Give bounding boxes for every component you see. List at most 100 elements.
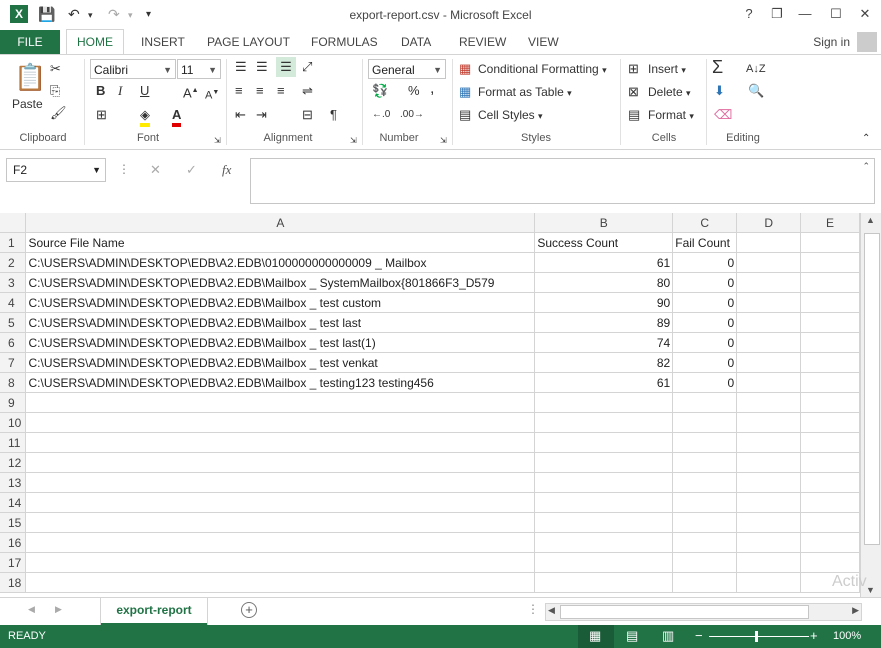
cell-a13[interactable] — [25, 472, 536, 493]
vertical-scroll-thumb[interactable] — [864, 233, 880, 545]
column-header-b[interactable]: B — [534, 213, 674, 233]
cell-a16[interactable] — [25, 532, 536, 553]
zoom-out-button[interactable]: − — [695, 628, 703, 643]
cell-a17[interactable] — [25, 552, 536, 573]
sheet-tab-export-report[interactable]: export-report — [101, 598, 207, 626]
orientation-icon[interactable]: ⤢ — [302, 59, 312, 75]
cell-c4[interactable]: 0 — [672, 292, 738, 313]
paste-button[interactable]: Paste — [12, 97, 43, 111]
zoom-level[interactable]: 100% — [833, 630, 861, 642]
tab-split-icon[interactable]: ⋮ — [527, 602, 539, 616]
cell-d16[interactable] — [736, 532, 802, 553]
delete-cells-button[interactable]: Delete ▾ — [648, 85, 691, 99]
copy-icon[interactable]: ⎘ — [50, 83, 60, 99]
column-header-d[interactable]: D — [736, 213, 802, 233]
cell-b3[interactable]: 80 — [534, 272, 674, 293]
row-header[interactable]: 18 — [0, 572, 27, 593]
cell-a7[interactable]: C:\USERS\ADMIN\DESKTOP\EDB\A2.EDB\Mailbo… — [25, 352, 536, 373]
cell-a6[interactable]: C:\USERS\ADMIN\DESKTOP\EDB\A2.EDB\Mailbo… — [25, 332, 536, 353]
cell-e7[interactable] — [800, 352, 860, 373]
cell-e10[interactable] — [800, 412, 860, 433]
close-button[interactable]: ✕ — [853, 6, 877, 22]
fill-color-icon[interactable]: ◈ — [140, 107, 150, 127]
cell-a1[interactable]: Source File Name — [25, 232, 536, 253]
cell-c15[interactable] — [672, 512, 738, 533]
format-cells-icon[interactable]: ▤ — [628, 107, 640, 123]
avatar[interactable] — [857, 32, 877, 52]
cell-d13[interactable] — [736, 472, 802, 493]
page-layout-view-icon[interactable]: ▤ — [626, 628, 638, 644]
normal-view-button[interactable]: ▦ — [578, 625, 614, 648]
column-header-a[interactable]: A — [25, 213, 536, 233]
row-header[interactable]: 17 — [0, 552, 27, 573]
row-header[interactable]: 9 — [0, 392, 27, 413]
cell-b6[interactable]: 74 — [534, 332, 674, 353]
tab-data[interactable]: DATA — [401, 30, 431, 54]
scroll-right-icon[interactable]: ▶ — [852, 605, 859, 616]
align-center-icon[interactable]: ≡ — [256, 83, 264, 99]
percent-style-button[interactable]: % — [408, 83, 420, 99]
cell-c12[interactable] — [672, 452, 738, 473]
cell-d18[interactable] — [736, 572, 802, 593]
tab-file[interactable]: FILE — [0, 30, 60, 54]
increase-indent-icon[interactable]: ⇥ — [256, 107, 267, 123]
cell-c11[interactable] — [672, 432, 738, 453]
cell-styles-button[interactable]: Cell Styles ▾ — [478, 108, 543, 122]
cell-b15[interactable] — [534, 512, 674, 533]
cell-c3[interactable]: 0 — [672, 272, 738, 293]
paste-icon[interactable]: 📋 — [14, 63, 46, 91]
cell-a11[interactable] — [25, 432, 536, 453]
increase-decimal-icon[interactable]: ←.0 — [372, 107, 390, 123]
cell-e17[interactable] — [800, 552, 860, 573]
tab-page-layout[interactable]: PAGE LAYOUT — [207, 30, 290, 54]
cell-a5[interactable]: C:\USERS\ADMIN\DESKTOP\EDB\A2.EDB\Mailbo… — [25, 312, 536, 333]
cell-b12[interactable] — [534, 452, 674, 473]
cell-b16[interactable] — [534, 532, 674, 553]
comma-style-button[interactable]: , — [430, 81, 434, 97]
scroll-up-icon[interactable]: ▲ — [866, 215, 875, 225]
merge-center-icon[interactable]: ⊟ — [302, 107, 313, 123]
cell-c6[interactable]: 0 — [672, 332, 738, 353]
cancel-entry-icon[interactable]: ✕ — [150, 162, 161, 178]
cell-b7[interactable]: 82 — [534, 352, 674, 373]
tab-review[interactable]: REVIEW — [459, 30, 506, 54]
font-size-combo[interactable]: 11 ▼ — [177, 59, 221, 79]
format-cells-button[interactable]: Format ▾ — [648, 108, 694, 122]
number-dialog-launcher-icon[interactable]: ⇲ — [440, 133, 447, 149]
cell-c7[interactable]: 0 — [672, 352, 738, 373]
tab-home[interactable]: HOME — [66, 29, 124, 55]
cell-a10[interactable] — [25, 412, 536, 433]
number-format-combo[interactable]: General ▼ — [368, 59, 446, 79]
row-header[interactable]: 11 — [0, 432, 27, 453]
zoom-slider-thumb[interactable] — [755, 631, 758, 642]
cell-b4[interactable]: 90 — [534, 292, 674, 313]
row-header[interactable]: 2 — [0, 252, 27, 273]
cell-e2[interactable] — [800, 252, 860, 273]
cell-e11[interactable] — [800, 432, 860, 453]
minimize-button[interactable]: — — [793, 6, 817, 21]
format-as-table-button[interactable]: Format as Table ▾ — [478, 85, 572, 99]
sign-in-link[interactable]: Sign in — [813, 30, 850, 54]
cell-e4[interactable] — [800, 292, 860, 313]
cell-a18[interactable] — [25, 572, 536, 593]
find-select-icon[interactable]: 🔍 — [748, 83, 764, 99]
grow-font-icon[interactable]: A▲ — [183, 83, 199, 101]
collapse-ribbon-icon[interactable]: ⌃ — [862, 131, 870, 147]
cell-b10[interactable] — [534, 412, 674, 433]
align-top-icon[interactable]: ☰ — [235, 59, 247, 75]
cell-d9[interactable] — [736, 392, 802, 413]
row-header[interactable]: 10 — [0, 412, 27, 433]
horizontal-scrollbar[interactable]: ◀ ▶ — [545, 603, 862, 621]
align-left-icon[interactable]: ≡ — [235, 83, 243, 99]
align-right-icon[interactable]: ≡ — [277, 83, 285, 99]
cell-d17[interactable] — [736, 552, 802, 573]
decrease-indent-icon[interactable]: ⇤ — [235, 107, 246, 123]
row-header[interactable]: 4 — [0, 292, 27, 313]
cell-b1[interactable]: Success Count — [534, 232, 674, 253]
cell-c18[interactable] — [672, 572, 738, 593]
row-header[interactable]: 8 — [0, 372, 27, 393]
accounting-format-icon[interactable]: 💱 — [372, 83, 388, 99]
next-sheet-icon[interactable]: ▶ — [55, 604, 62, 615]
confirm-entry-icon[interactable]: ✓ — [186, 162, 197, 178]
cell-d15[interactable] — [736, 512, 802, 533]
